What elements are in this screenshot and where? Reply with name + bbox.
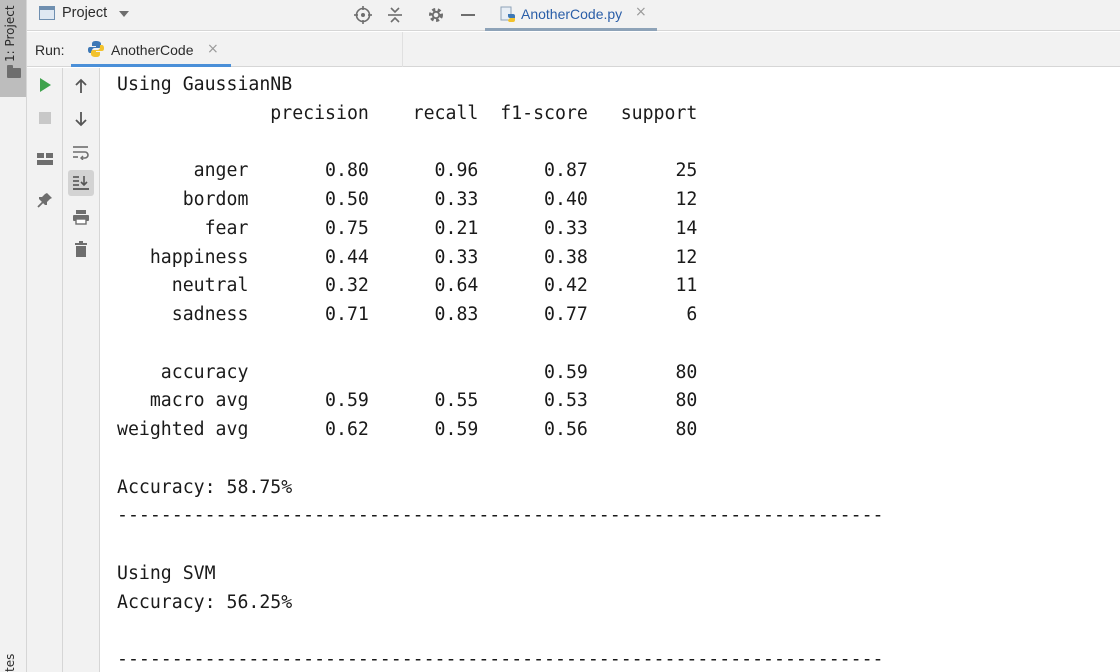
locate-icon[interactable] bbox=[353, 5, 373, 25]
close-icon[interactable]: × bbox=[635, 4, 647, 20]
console-line: fear 0.75 0.21 0.33 14 bbox=[117, 217, 698, 239]
scroll-to-end-icon[interactable] bbox=[68, 170, 94, 196]
trash-icon[interactable] bbox=[68, 236, 94, 262]
editor-tab-label: AnotherCode.py bbox=[521, 6, 623, 22]
run-toolbar-secondary bbox=[63, 68, 100, 672]
project-window-icon bbox=[39, 6, 55, 20]
console-line: Accuracy: 56.25% bbox=[117, 591, 293, 613]
console-line: bordom 0.50 0.33 0.40 12 bbox=[117, 189, 698, 210]
run-tab-anothercode[interactable]: AnotherCode × bbox=[71, 32, 231, 67]
chevron-down-icon[interactable] bbox=[119, 11, 129, 17]
console-line: happiness 0.44 0.33 0.38 12 bbox=[117, 246, 698, 268]
layout-icon[interactable] bbox=[32, 146, 58, 172]
close-icon[interactable]: × bbox=[207, 41, 219, 57]
console-line: ----------------------------------------… bbox=[117, 649, 884, 670]
run-toolbar-primary bbox=[27, 68, 63, 672]
divider bbox=[402, 32, 403, 67]
arrow-up-icon[interactable] bbox=[68, 73, 94, 99]
project-tool-tab[interactable]: 1: Project bbox=[0, 0, 26, 97]
console-line: neutral 0.32 0.64 0.42 11 bbox=[117, 275, 698, 297]
gear-icon[interactable] bbox=[426, 5, 446, 25]
stop-icon[interactable] bbox=[32, 105, 58, 131]
console-line: anger 0.80 0.96 0.87 25 bbox=[117, 160, 698, 182]
minimize-icon[interactable] bbox=[458, 5, 478, 25]
python-file-icon bbox=[500, 6, 518, 28]
project-selector-label[interactable]: Project bbox=[62, 5, 107, 21]
soft-wrap-icon[interactable] bbox=[68, 139, 94, 165]
console-line: ----------------------------------------… bbox=[117, 505, 884, 527]
top-bar: Project AnotherCode.py × bbox=[27, 0, 1120, 31]
pin-icon[interactable] bbox=[32, 187, 58, 213]
run-window-title: Run: bbox=[35, 42, 65, 58]
console-line: sadness 0.71 0.83 0.77 6 bbox=[117, 304, 698, 325]
run-tab-label: AnotherCode bbox=[111, 42, 194, 58]
left-tool-strip: 1: Project tes bbox=[0, 0, 27, 672]
print-icon[interactable] bbox=[68, 204, 94, 230]
console-text: Using GaussianNB precision recall f1-sco… bbox=[117, 71, 884, 672]
bottom-tool-tab-label[interactable]: tes bbox=[3, 654, 17, 672]
console-line: weighted avg 0.62 0.59 0.56 80 bbox=[117, 419, 698, 440]
console-line: precision recall f1-score support bbox=[117, 102, 698, 124]
python-icon bbox=[87, 40, 105, 62]
folder-icon bbox=[7, 65, 21, 78]
console-line: macro avg 0.59 0.55 0.53 80 bbox=[117, 390, 698, 412]
project-tool-tab-label: 1: Project bbox=[3, 5, 17, 62]
run-window-header: Run: AnotherCode × bbox=[27, 32, 1120, 67]
active-tab-indicator bbox=[71, 64, 231, 67]
console-line: Using SVM bbox=[117, 562, 216, 584]
console-line: accuracy 0.59 80 bbox=[117, 361, 698, 383]
console-output[interactable]: Using GaussianNB precision recall f1-sco… bbox=[101, 68, 1120, 672]
collapse-all-icon[interactable] bbox=[385, 5, 405, 25]
arrow-down-icon[interactable] bbox=[68, 106, 94, 132]
active-tab-indicator bbox=[485, 28, 657, 31]
console-line: Accuracy: 58.75% bbox=[117, 476, 293, 498]
editor-tab-anothercode[interactable]: AnotherCode.py × bbox=[485, 0, 657, 31]
console-line: Using GaussianNB bbox=[117, 74, 293, 95]
run-icon[interactable] bbox=[32, 72, 58, 98]
